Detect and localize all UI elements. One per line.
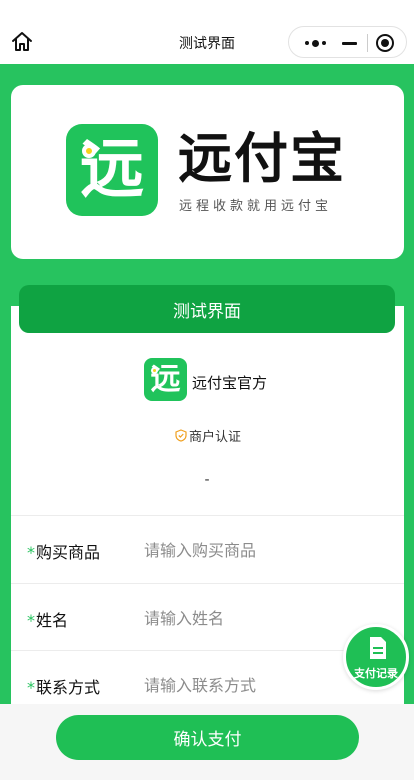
name-input[interactable] [144,603,384,633]
brand-name: 远付宝 [178,127,346,190]
payment-records-button[interactable]: 支付记录 [343,624,409,690]
target-circle-icon[interactable] [376,34,394,52]
product-input[interactable] [144,535,384,565]
payment-records-label: 支付记录 [354,667,398,680]
section-title: 测试界面 [173,302,241,322]
divider [11,583,404,584]
divider [11,515,404,516]
minimize-icon[interactable] [339,33,361,53]
merchant-logo-icon: 远 [144,358,187,401]
more-dots-icon[interactable] [297,33,333,53]
top-nav-bar: 测试界面 [0,0,414,64]
amount-placeholder: - [204,472,210,488]
capsule-divider [367,34,368,52]
document-icon [370,637,386,659]
field-label: *姓名 [27,611,69,630]
verify-label: 商户认证 [189,430,242,445]
brand-slogan: 远程收款就用远付宝 [179,199,333,214]
capsule-menu [288,26,407,58]
field-row-product: *购买商品 [11,517,404,583]
field-label: *联系方式 [27,678,101,697]
merchant-name: 远付宝官方 [192,374,268,392]
brand-logo-icon: 远 [66,124,158,216]
shield-check-icon [175,429,187,442]
field-label: *购买商品 [27,543,101,562]
confirm-pay-button[interactable]: 确认支付 [56,715,359,760]
brand-banner: 远 远付宝 远程收款就用远付宝 [11,85,404,259]
merchant-verification: 商户认证 [175,426,241,445]
field-row-name: *姓名 [11,585,404,651]
